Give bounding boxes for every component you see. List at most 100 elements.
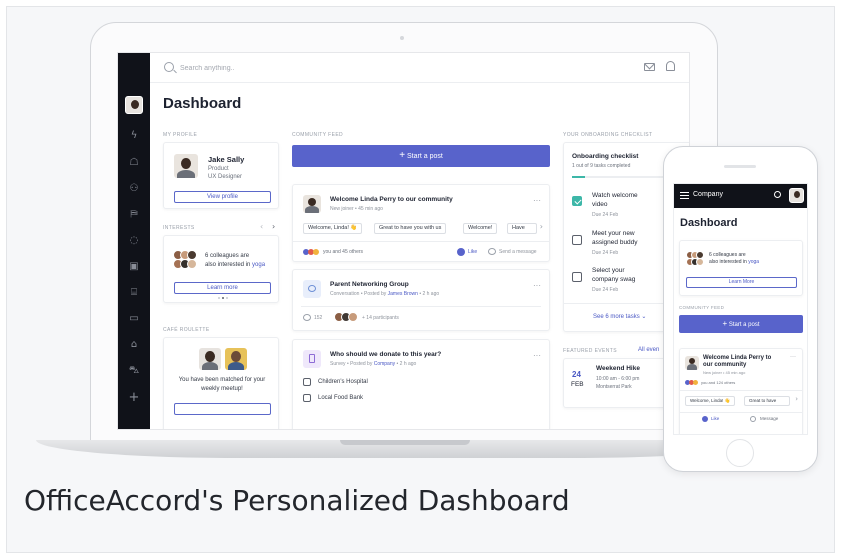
gift-icon[interactable]: ⌸: [127, 286, 141, 300]
chevron-left-icon[interactable]: ‹: [260, 222, 263, 231]
mobile-search-icon[interactable]: [774, 191, 781, 198]
divider: [680, 412, 802, 413]
interests-text-line1: 6 colleagues are: [205, 253, 250, 259]
post-author-link[interactable]: Company: [374, 361, 395, 367]
comment-count: 152: [314, 315, 323, 321]
all-events-link[interactable]: All even: [638, 347, 659, 353]
post-author-link[interactable]: James Brown: [388, 291, 418, 297]
carousel-dot-active[interactable]: [222, 297, 224, 299]
more-options-icon[interactable]: ···: [790, 354, 796, 360]
survey-option-checkbox[interactable]: [303, 378, 311, 386]
learn-more-button[interactable]: Learn more: [174, 282, 271, 294]
post-meta: Conversation • Posted by James Brown • 2…: [330, 291, 440, 297]
task-checkbox[interactable]: [572, 235, 582, 245]
chevron-right-icon[interactable]: ›: [272, 222, 275, 231]
survey-option-checkbox[interactable]: [303, 394, 311, 402]
carousel-dot[interactable]: [226, 297, 228, 299]
bell-icon[interactable]: [666, 61, 675, 71]
car-icon[interactable]: ⛍: [127, 364, 141, 378]
mobile-app-screen: Company Dashboard 6 colleagues are also …: [673, 183, 808, 435]
reaction-clap-icon: [313, 249, 319, 255]
people-icon[interactable]: ⚇: [127, 182, 141, 196]
quick-reply-chip[interactable]: Welcome, Linda! 👋: [303, 223, 363, 234]
interest-topic-link[interactable]: yoga: [748, 259, 759, 265]
quick-reply-chip[interactable]: Welcome, Linda! 👋: [685, 396, 736, 406]
profile-photo: [174, 154, 198, 178]
survey-option-label: Children's Hospital: [318, 379, 368, 385]
reaction-clap-icon: [693, 380, 698, 385]
event-place: Montserrat Park: [596, 384, 632, 390]
quick-reply-chip[interactable]: Great to have: [744, 396, 790, 406]
message-icon[interactable]: [488, 248, 496, 255]
more-options-icon[interactable]: ···: [533, 196, 541, 205]
caption: OfficeAccord's Personalized Dashboard: [24, 484, 570, 517]
post-title: Parent Networking Group: [330, 281, 409, 288]
feed-post-survey: Who should we donate to this year? Surve…: [292, 339, 550, 429]
message-button[interactable]: Message: [760, 416, 778, 421]
megaphone-icon[interactable]: ⛿: [127, 208, 141, 222]
chevron-right-icon[interactable]: ›: [795, 395, 798, 403]
home-icon[interactable]: ⌂: [127, 338, 141, 352]
page-title: Dashboard: [163, 95, 242, 112]
mobile-user-avatar[interactable]: [789, 188, 804, 203]
community-icon[interactable]: ☖: [127, 156, 141, 170]
event-month: FEB: [571, 381, 584, 388]
mail-icon[interactable]: [644, 63, 655, 71]
mobile-interests-line2: also interested in yoga: [709, 259, 760, 265]
profile-role-line1: Product: [208, 166, 229, 172]
app-sidebar: ϟ ☖ ⚇ ⛿ ◌ ▣ ⌸ ▭ ⌂ ⛍ +: [118, 53, 150, 429]
section-label-feed: COMMUNITY FEED: [292, 132, 344, 138]
survey-option-label: Local Food Bank: [318, 395, 364, 401]
laptop-base-notch: [340, 440, 470, 445]
carousel-dot[interactable]: [218, 297, 220, 299]
desktop-app-screen: ϟ ☖ ⚇ ⛿ ◌ ▣ ⌸ ▭ ⌂ ⛍ + Dashboard MY PROFI…: [117, 52, 690, 430]
feed-post-welcome: Welcome Linda Perry to our community New…: [292, 184, 550, 262]
like-icon[interactable]: [702, 416, 708, 422]
quick-reply-chip[interactable]: Great to have you with us: [374, 223, 447, 234]
task-checkbox-done[interactable]: [572, 196, 582, 206]
mobile-feed-label: COMMUNITY FEED: [679, 305, 725, 310]
lightning-icon[interactable]: ϟ: [127, 129, 141, 143]
mobile-learn-more-button[interactable]: Learn More: [686, 277, 797, 288]
task-checkbox[interactable]: [572, 272, 582, 282]
add-icon[interactable]: +: [127, 391, 141, 405]
mobile-feed-post: Welcome Linda Perry to our community New…: [679, 348, 803, 434]
cafe-action-button[interactable]: [174, 403, 271, 415]
top-bar: [150, 53, 689, 83]
more-options-icon[interactable]: ···: [533, 281, 541, 290]
like-button[interactable]: Like: [711, 416, 719, 421]
more-options-icon[interactable]: ···: [533, 351, 541, 360]
see-more-tasks-link[interactable]: See 6 more tasks ⌄: [593, 313, 646, 320]
post-title: Who should we donate to this year?: [330, 351, 442, 358]
onboarding-progress-fill: [572, 176, 585, 178]
chevron-right-icon[interactable]: ›: [540, 222, 543, 231]
task-title-line2: video: [592, 201, 608, 208]
task-title-line2: company swag: [592, 276, 636, 283]
clipboard-icon[interactable]: ▣: [127, 260, 141, 274]
view-profile-button[interactable]: View profile: [174, 191, 271, 203]
search-input[interactable]: [180, 61, 380, 75]
profile-name: Jake Sally: [208, 155, 245, 164]
like-icon[interactable]: [457, 248, 465, 256]
like-button[interactable]: Like: [468, 249, 477, 255]
quick-reply-chip[interactable]: Have: [507, 223, 537, 234]
menu-icon[interactable]: [680, 192, 689, 199]
chat-icon[interactable]: ◌: [127, 234, 141, 248]
quick-reply-chip[interactable]: Welcome!: [463, 223, 498, 234]
start-post-button[interactable]: + Start a post: [292, 145, 550, 167]
section-label-cafe: CAFÉ ROULETTE: [163, 327, 210, 333]
message-icon[interactable]: [750, 416, 756, 422]
laptop-camera: [400, 36, 404, 40]
section-label-interests: INTERESTS: [163, 225, 195, 231]
cafe-roulette-card: You have been matched for your weekly me…: [163, 337, 279, 429]
comment-icon[interactable]: [303, 314, 311, 321]
mobile-interests-card: 6 colleagues are also interested in yoga…: [679, 240, 803, 296]
send-message-button[interactable]: Send a message: [499, 249, 537, 255]
mobile-nav-bar: Company: [674, 184, 807, 208]
interest-topic-link[interactable]: yoga: [252, 262, 265, 268]
user-avatar[interactable]: [125, 96, 143, 114]
calendar-icon[interactable]: ▭: [127, 312, 141, 326]
profile-role-line2: UX Designer: [208, 174, 243, 180]
event-time: 10:00 am - 6:00 pm: [596, 376, 640, 382]
mobile-start-post-button[interactable]: + Start a post: [679, 315, 803, 333]
